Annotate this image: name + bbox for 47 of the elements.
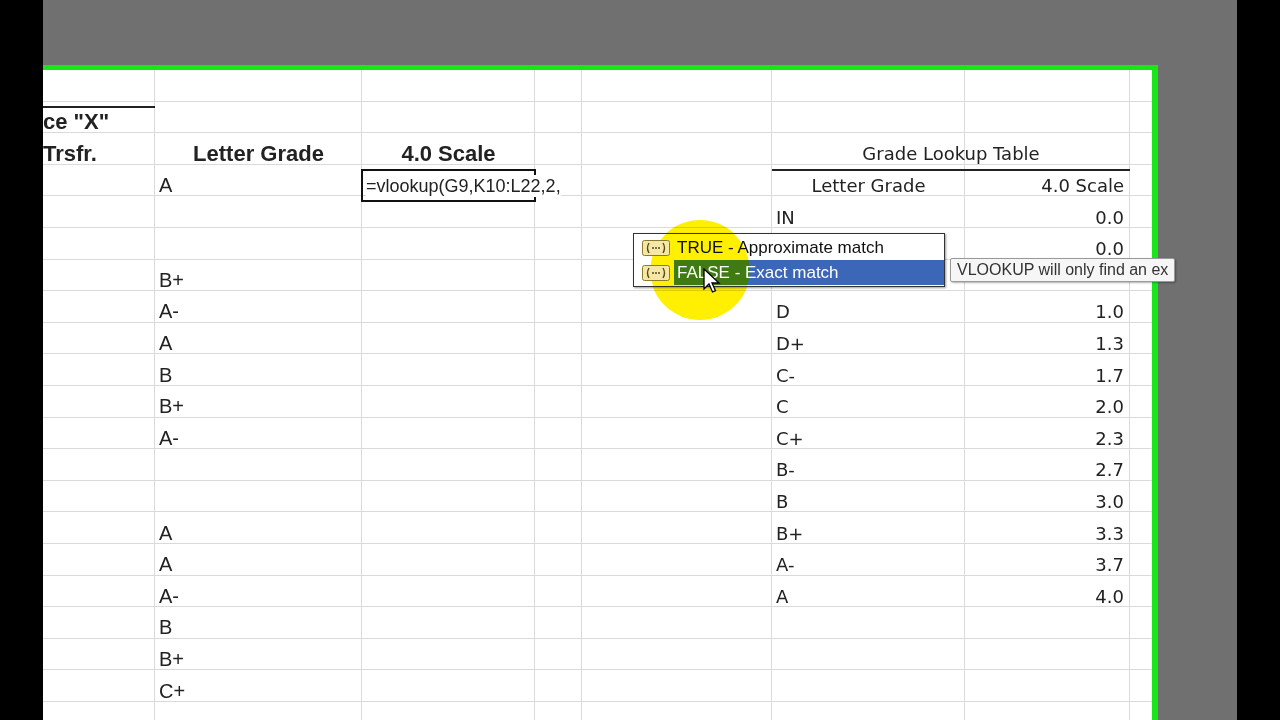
cell-text: B+ bbox=[159, 268, 185, 292]
cell-text: B bbox=[159, 363, 173, 387]
function-icon bbox=[642, 239, 670, 256]
cell-text: 0.0 bbox=[1095, 238, 1124, 260]
cell-text: B- bbox=[776, 459, 795, 481]
formula-input[interactable]: =vlookup(G9,K10:L22,2, bbox=[366, 174, 561, 197]
cell-text: B+ bbox=[159, 648, 185, 671]
cell-text: D bbox=[776, 301, 790, 323]
cell-text: 2.7 bbox=[1095, 459, 1124, 481]
column-header: 4.0 Scale bbox=[401, 141, 496, 167]
cell-text: A- bbox=[159, 584, 179, 608]
cell-text: C+ bbox=[776, 427, 804, 449]
cell-text: 1.3 bbox=[1095, 333, 1124, 355]
tooltip: VLOOKUP will only find an ex bbox=[950, 258, 1176, 282]
cell-text: C+ bbox=[159, 679, 186, 703]
cell-text: 2.0 bbox=[1095, 396, 1124, 418]
cell-text: 1.7 bbox=[1095, 364, 1124, 386]
column-header: 4.0 Scale bbox=[1041, 175, 1124, 197]
cell-text: C- bbox=[776, 364, 796, 386]
cell-text: IN bbox=[776, 206, 795, 228]
cell-text: A bbox=[159, 174, 173, 198]
cell-text: B+ bbox=[159, 395, 185, 419]
cell-text: A bbox=[159, 521, 173, 545]
cell-text: 1.0 bbox=[1095, 301, 1124, 323]
cell-text: Trsfr. bbox=[43, 141, 97, 167]
cell-text: 3.3 bbox=[1095, 522, 1124, 544]
cell-text: A- bbox=[159, 426, 179, 450]
cell-text: 3.0 bbox=[1095, 491, 1124, 512]
cell-text: 4.0 bbox=[1095, 585, 1124, 607]
cell-text: A bbox=[159, 553, 173, 577]
cell-text: B bbox=[159, 616, 173, 640]
cell-text: A bbox=[776, 585, 789, 607]
cell-text: A- bbox=[159, 300, 179, 324]
cell-text: C bbox=[776, 396, 789, 418]
cell-text: A- bbox=[776, 554, 795, 576]
cell-text: A bbox=[159, 332, 173, 356]
cell-text: B bbox=[776, 491, 789, 512]
table-title: Grade Lookup Table bbox=[862, 143, 1040, 165]
cell-text: 3.7 bbox=[1095, 554, 1124, 576]
column-header: Letter Grade bbox=[811, 175, 926, 197]
cell-text: 0.0 bbox=[1095, 206, 1124, 228]
column-header: Letter Grade bbox=[193, 141, 324, 167]
cell-text: B+ bbox=[776, 522, 804, 544]
cell-text: D+ bbox=[776, 333, 805, 355]
cell-text: 2.3 bbox=[1095, 427, 1124, 449]
cell-text: ce "X" bbox=[43, 109, 110, 136]
function-icon bbox=[642, 264, 670, 281]
